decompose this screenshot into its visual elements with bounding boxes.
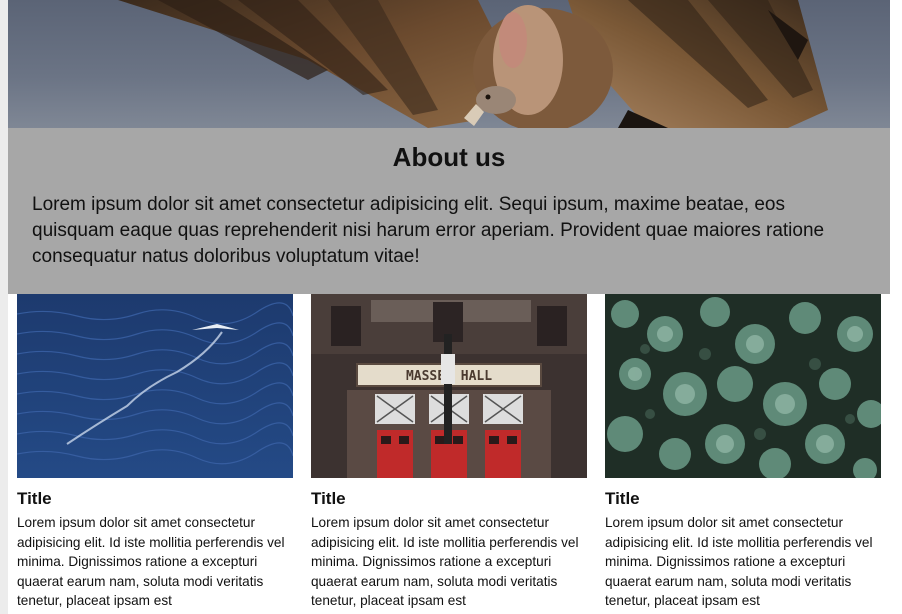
card-massey-hall: MASSEY HALL Title Lorem ipsum dolor sit … [311, 294, 587, 611]
hero-image-vulture [8, 0, 890, 128]
card-image-succulents [605, 294, 881, 478]
card-ocean: Title Lorem ipsum dolor sit amet consect… [17, 294, 293, 611]
page-edge [0, 0, 8, 614]
card-image-massey-hall: MASSEY HALL [311, 294, 587, 478]
card-succulents: Title Lorem ipsum dolor sit amet consect… [605, 294, 881, 611]
card-grid: Title Lorem ipsum dolor sit amet consect… [17, 294, 887, 614]
about-text: Lorem ipsum dolor sit amet consectetur a… [32, 194, 825, 267]
massey-hall-photo: MASSEY HALL [311, 294, 587, 478]
card-title: Title [605, 489, 640, 508]
succulents-photo [605, 294, 881, 478]
about-heading: About us [392, 142, 506, 172]
card-text: Lorem ipsum dolor sit amet consectetur a… [17, 515, 285, 608]
card-image-ocean [17, 294, 293, 478]
card-text: Lorem ipsum dolor sit amet consectetur a… [311, 515, 579, 608]
ocean-photo [17, 294, 293, 478]
vulture-illustration [118, 0, 828, 128]
page: About us Lorem ipsum dolor sit amet cons… [0, 0, 902, 614]
card-title: Title [311, 489, 346, 508]
about-section: About us Lorem ipsum dolor sit amet cons… [8, 128, 890, 294]
card-text: Lorem ipsum dolor sit amet consectetur a… [605, 515, 873, 608]
card-title: Title [17, 489, 52, 508]
